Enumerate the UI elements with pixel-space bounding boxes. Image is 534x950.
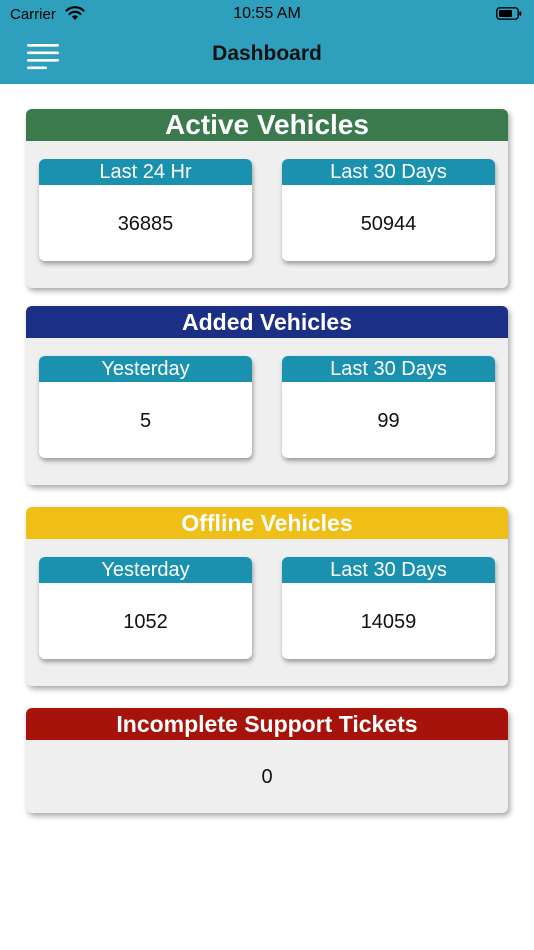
tile-value: 1052 <box>123 611 168 633</box>
tile-label: Last 30 Days <box>282 159 495 185</box>
added-vehicles-title: Added Vehicles <box>26 306 508 338</box>
tile-value: 50944 <box>360 213 417 235</box>
added-last-30-days-tile[interactable]: Last 30 Days 99 <box>282 356 495 458</box>
hamburger-menu-icon[interactable] <box>25 41 61 71</box>
active-last-24hr-tile[interactable]: Last 24 Hr 36885 <box>39 159 252 261</box>
battery-icon <box>496 7 522 20</box>
offline-vehicles-card: Offline Vehicles Yesterday 1052 Last 30 … <box>26 507 508 686</box>
tile-value: 14059 <box>360 611 417 633</box>
active-last-30-days-tile[interactable]: Last 30 Days 50944 <box>282 159 495 261</box>
support-tickets-value: 0 <box>261 766 273 788</box>
tile-value: 99 <box>377 410 400 432</box>
page-title: Dashboard <box>212 42 322 65</box>
tile-value: 36885 <box>117 213 174 235</box>
added-yesterday-tile[interactable]: Yesterday 5 <box>39 356 252 458</box>
offline-last-30-days-tile[interactable]: Last 30 Days 14059 <box>282 557 495 659</box>
support-tickets-title: Incomplete Support Tickets <box>26 708 508 740</box>
added-vehicles-card: Added Vehicles Yesterday 5 Last 30 Days … <box>26 306 508 485</box>
offline-vehicles-title: Offline Vehicles <box>26 507 508 539</box>
tile-label: Yesterday <box>39 356 252 382</box>
tile-label: Last 30 Days <box>282 557 495 583</box>
nav-bar: Dashboard <box>0 28 534 84</box>
tile-label: Yesterday <box>39 557 252 583</box>
status-time: 10:55 AM <box>233 5 301 22</box>
support-tickets-card[interactable]: Incomplete Support Tickets 0 <box>26 708 508 813</box>
active-vehicles-title: Active Vehicles <box>26 109 508 141</box>
tile-value: 5 <box>139 410 152 432</box>
tile-label: Last 24 Hr <box>39 159 252 185</box>
offline-yesterday-tile[interactable]: Yesterday 1052 <box>39 557 252 659</box>
tile-label: Last 30 Days <box>282 356 495 382</box>
status-bar: Carrier 10:55 AM <box>0 0 534 28</box>
active-vehicles-card: Active Vehicles Last 24 Hr 36885 Last 30… <box>26 109 508 288</box>
